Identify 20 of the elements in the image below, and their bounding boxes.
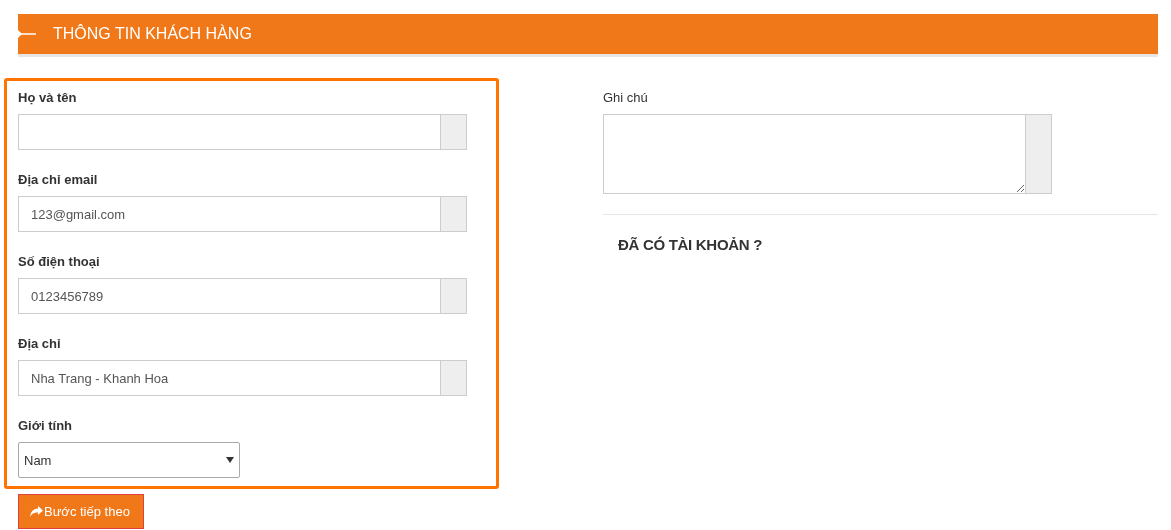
field-label: Địa chỉ: [18, 336, 62, 352]
field-label: Giới tính: [18, 418, 73, 434]
section-title: THÔNG TIN KHÁCH HÀNG: [53, 25, 252, 43]
note-textarea[interactable]: [603, 114, 1026, 194]
text-field[interactable]: [18, 114, 441, 150]
input-addon: [441, 278, 467, 314]
field-label: Số điện thoại: [18, 254, 101, 270]
text-field[interactable]: 0123456789: [18, 278, 441, 314]
field-label: Họ và tên: [18, 90, 78, 106]
note-label: Ghi chú: [603, 90, 649, 106]
input-addon: [441, 114, 467, 150]
caret-icon: [226, 457, 234, 463]
text-field[interactable]: 123@gmail.com: [18, 196, 441, 232]
account-heading: ĐÃ CÓ TÀI KHOẢN ?: [618, 236, 764, 253]
text-field[interactable]: Nha Trang - Khanh Hoa: [18, 360, 441, 396]
input-addon: [441, 360, 467, 396]
input-addon: [441, 196, 467, 232]
gender-select[interactable]: Nam: [18, 442, 240, 478]
field-label: Địa chỉ email: [18, 172, 99, 188]
share-arrow-icon: [30, 506, 43, 517]
